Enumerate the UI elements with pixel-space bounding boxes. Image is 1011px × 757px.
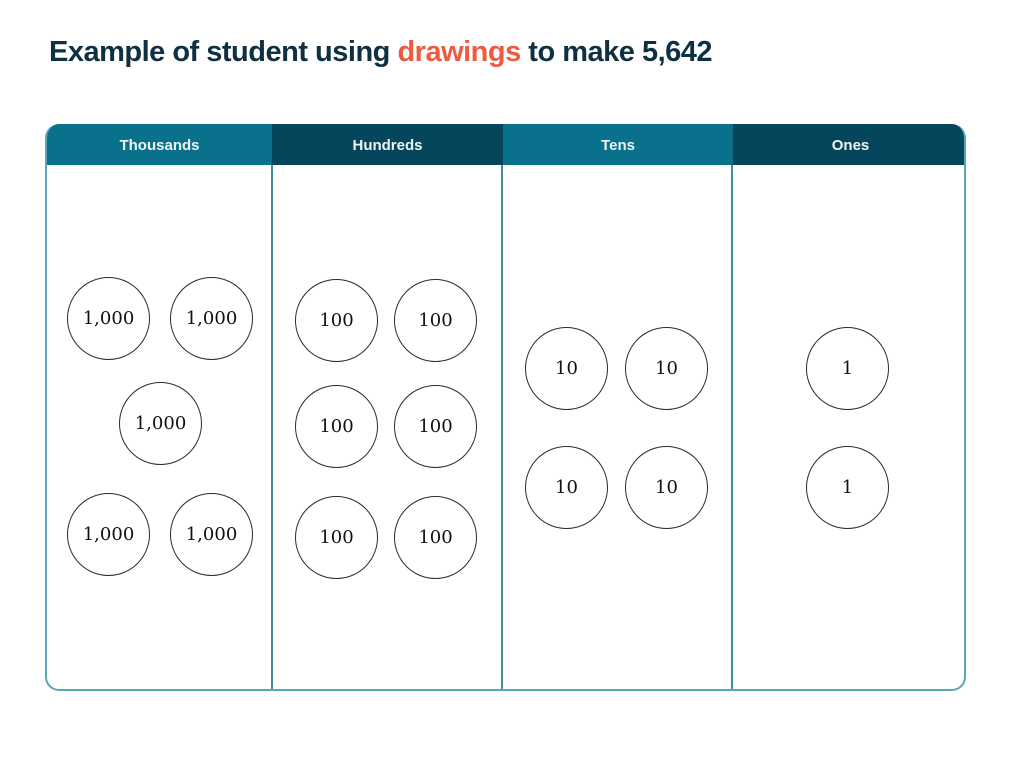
header-ones: Ones — [733, 124, 964, 165]
thousand-disc: 1,000 — [119, 382, 202, 465]
header-thousands: Thousands — [47, 124, 272, 165]
thousand-disc: 1,000 — [170, 277, 253, 360]
place-value-chart: Thousands Hundreds Tens Ones 1,000 1,000… — [45, 124, 966, 691]
hundred-disc: 100 — [295, 496, 378, 579]
hundred-disc: 100 — [394, 279, 477, 362]
hundred-disc: 100 — [394, 496, 477, 579]
title-prefix: Example of student using — [49, 36, 398, 68]
ten-disc: 10 — [525, 446, 608, 529]
header-tens: Tens — [503, 124, 733, 165]
title-suffix: to make 5,642 — [520, 36, 713, 68]
title-highlight: drawings — [397, 36, 521, 68]
thousand-disc: 1,000 — [170, 493, 253, 576]
header-hundreds: Hundreds — [272, 124, 503, 165]
page-title: Example of student using drawings to mak… — [49, 36, 713, 69]
column-divider — [271, 165, 273, 689]
one-disc: 1 — [806, 327, 889, 410]
thousand-disc: 1,000 — [67, 277, 150, 360]
ten-disc: 10 — [625, 446, 708, 529]
ten-disc: 10 — [525, 327, 608, 410]
thousand-disc: 1,000 — [67, 493, 150, 576]
one-disc: 1 — [806, 446, 889, 529]
hundred-disc: 100 — [295, 385, 378, 468]
hundred-disc: 100 — [295, 279, 378, 362]
column-divider — [501, 165, 503, 689]
ten-disc: 10 — [625, 327, 708, 410]
column-divider — [731, 165, 733, 689]
hundred-disc: 100 — [394, 385, 477, 468]
